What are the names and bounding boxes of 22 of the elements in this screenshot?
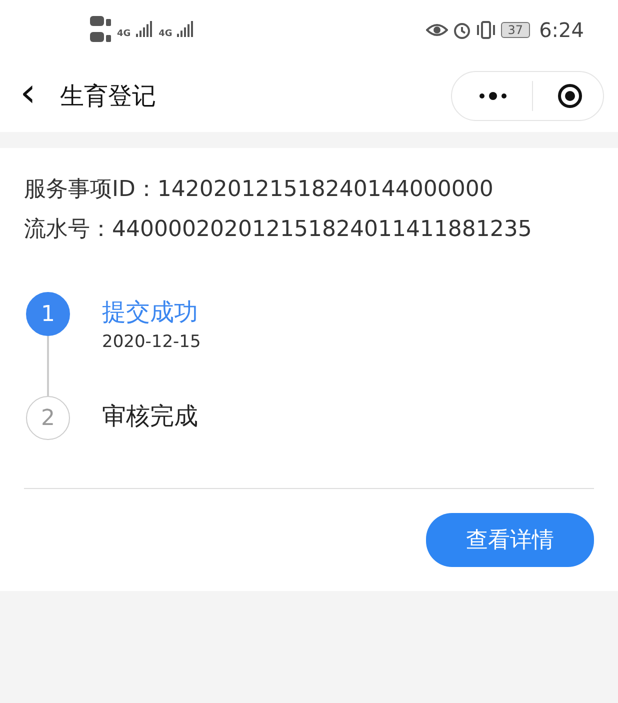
signal-icon <box>177 21 196 39</box>
step-date: 2020-12-15 <box>102 332 201 352</box>
step-number: 2 <box>26 396 70 440</box>
back-button[interactable]: ‹ <box>20 73 46 119</box>
info-line: 流水号：440000202012151824011411881235 <box>24 216 533 244</box>
info-line: 服务事项ID：142020121518240144000000 <box>24 176 494 204</box>
network-label: 4G <box>117 29 131 39</box>
eye-icon <box>426 22 448 38</box>
step-title: 审核完成 <box>102 401 198 432</box>
alarm-icon <box>452 21 471 39</box>
network-label: 4G <box>158 29 172 39</box>
view-details-button[interactable]: 查看详情 <box>426 513 594 567</box>
step-number: 1 <box>26 292 70 336</box>
hd-icon <box>90 15 112 45</box>
more-icon[interactable] <box>478 91 508 101</box>
close-target-icon[interactable] <box>557 83 583 109</box>
page-title: 生育登记 <box>60 81 157 112</box>
clock-time: 6:24 <box>539 18 584 42</box>
battery-indicator: 37 <box>500 22 530 38</box>
signal-icon <box>136 21 154 39</box>
step-title: 提交成功 <box>102 297 198 328</box>
vibrate-icon <box>476 21 496 39</box>
